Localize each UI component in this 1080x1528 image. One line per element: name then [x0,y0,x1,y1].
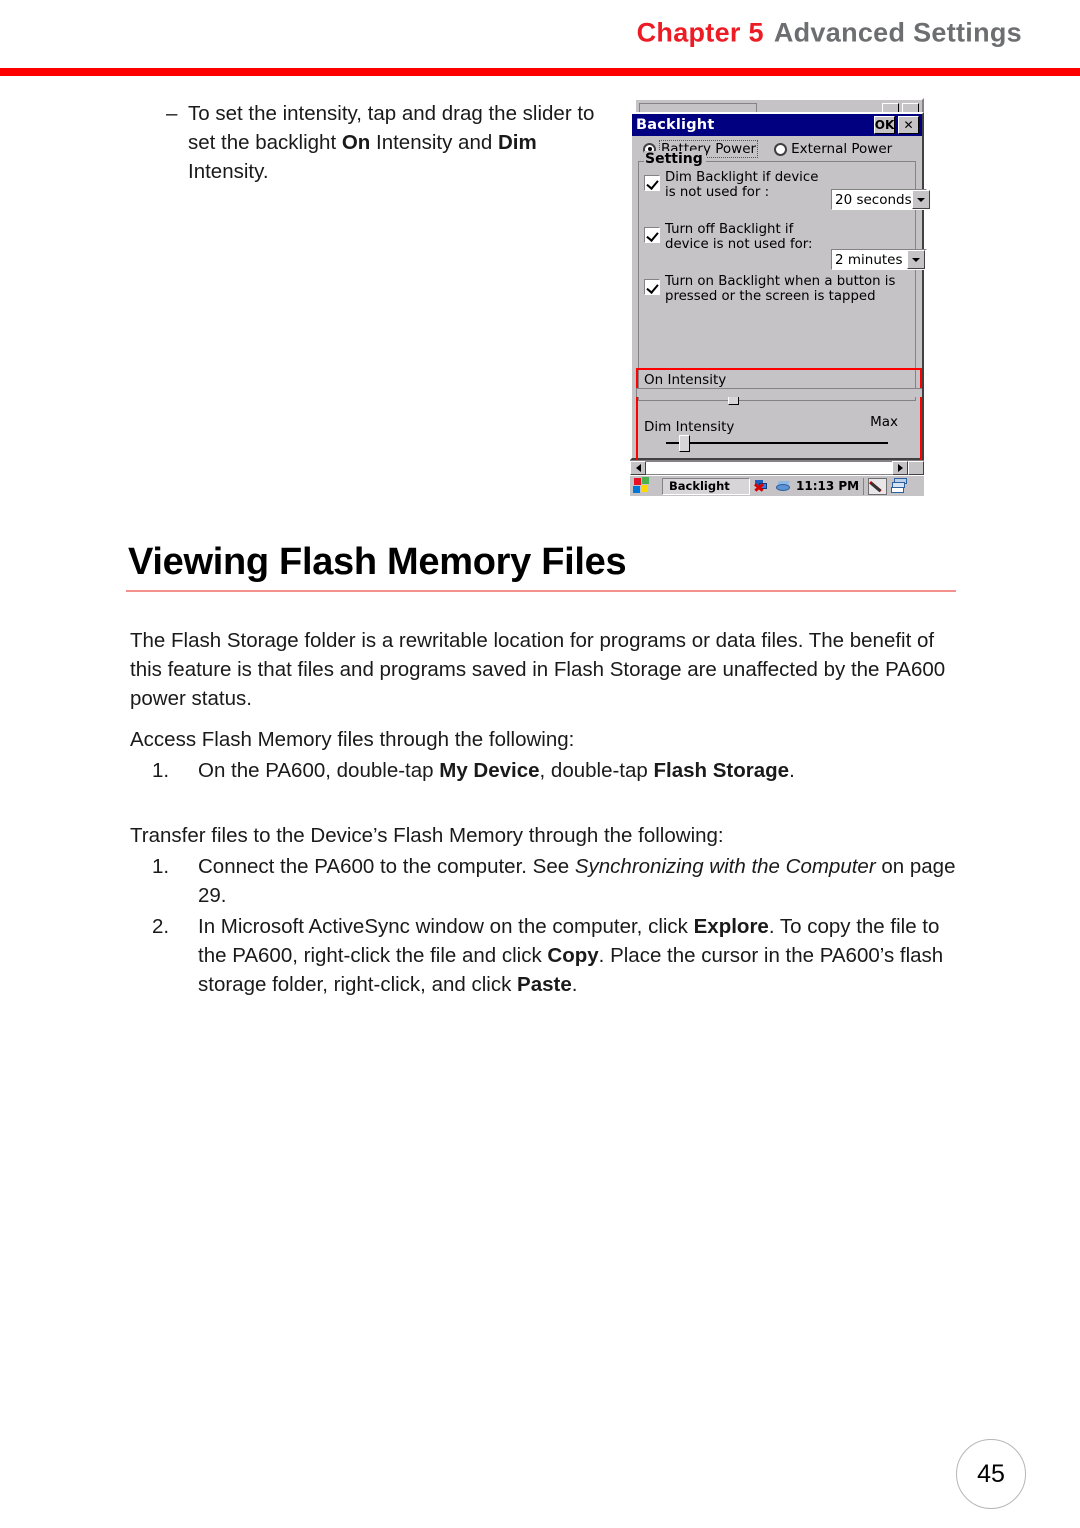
tray-separator [863,477,865,495]
header-rule [0,68,1080,76]
list-item-bold-paste: Paste [517,973,572,996]
dim-backlight-checkbox[interactable] [644,175,660,191]
turn-off-backlight-timeout-combo[interactable]: 2 minutes [831,249,927,270]
turn-off-backlight-line1: Turn off Backlight if [665,222,794,237]
stylus-input-panel-icon[interactable] [868,477,888,495]
ok-button[interactable]: OK [874,116,895,134]
dim-backlight-line2: is not used for : [665,185,770,200]
turn-off-backlight-checkbox[interactable] [644,227,660,243]
scroll-strip[interactable] [630,460,924,475]
dim-intensity-thumb[interactable] [679,435,691,452]
turn-off-backlight-line2: device is not used for: [665,237,813,252]
list-item: 2. In Microsoft ActiveSync window on the … [130,912,960,999]
desktop-windows-icon[interactable] [891,478,909,494]
radio-external-power-label[interactable]: External Power [791,141,892,157]
list-item-number: 2. [152,915,170,938]
chevron-down-icon[interactable] [907,250,925,269]
intensity-highlight-box: On Intensity Dim Intensity Max [636,368,922,466]
taskbar-clock[interactable]: 11:13 PM [796,479,859,493]
page-number-badge: 45 [956,1439,1026,1509]
list-item-bold-flash-storage: Flash Storage [653,759,790,782]
list-item: 1. Connect the PA600 to the computer. See… [130,852,960,910]
setting-group-legend: Setting [644,151,706,167]
intro-bullet: – To set the intensity, tap and drag the … [166,99,620,186]
group-rule [701,161,915,162]
device-screenshot: Backlight OK ✕ Battery Power External Po… [630,98,930,496]
list-item-text-1: Connect the PA600 to the computer. See [198,855,575,878]
turn-on-backlight-label: Turn on Backlight when a button is press… [665,274,895,304]
list-item-bold-my-device: My Device [439,759,540,782]
dim-backlight-timeout-combo[interactable]: 20 seconds [831,189,930,210]
max-label: Max [870,414,898,430]
dialog-body: Battery Power External Power Setting Dim… [632,136,930,466]
start-button-icon[interactable] [632,477,658,495]
taskbar: Backlight 11:13 PM [630,475,924,496]
intro-text-3: Intensity. [188,160,269,183]
chapter-heading: Chapter 5 Advanced Settings [637,18,1022,49]
paragraph-flash-storage-intro: The Flash Storage folder is a rewritable… [130,629,946,710]
taskbar-item-backlight[interactable]: Backlight [662,477,750,495]
activesync-icon[interactable] [775,479,792,494]
turn-on-backlight-line1: Turn on Backlight when a button is [665,274,896,289]
list-item-text-3: . [789,759,795,782]
paragraph-transfer-intro: Transfer files to the Device’s Flash Mem… [130,824,724,847]
scroll-end-button[interactable] [908,461,924,475]
turn-on-backlight-line2: pressed or the screen is tapped [665,289,876,304]
dialog-title: Backlight [636,117,715,133]
dialog-titlebar: Backlight OK ✕ [632,114,922,136]
page-header: Chapter 5 Advanced Settings [0,0,1080,76]
dim-backlight-label: Dim Backlight if device is not used for … [665,170,818,200]
transfer-steps-list: 1. Connect the PA600 to the computer. See… [130,852,960,999]
intro-text-2: Intensity and [370,131,498,154]
access-steps-list: 1. On the PA600, double-tap My Device, do… [130,756,960,785]
chevron-down-icon[interactable] [911,190,930,209]
list-item-bold-copy: Copy [547,944,599,967]
list-item-text-1: On the PA600, double-tap [198,759,440,782]
list-item-number: 1. [152,855,170,878]
scroll-trough[interactable] [646,461,892,475]
list-item-bold-explore: Explore [693,915,769,938]
body-content: The Flash Storage folder is a rewritable… [130,626,960,999]
dim-backlight-line1: Dim Backlight if device [665,170,819,185]
radio-external-power[interactable] [774,142,788,156]
setting-group: Setting Dim Backlight if device is not u… [638,151,930,401]
dim-intensity-track [666,442,888,444]
scroll-left-icon[interactable] [630,461,646,475]
chapter-title: Advanced Settings [773,17,1022,48]
turn-off-backlight-timeout-value: 2 minutes [835,251,903,268]
page-title: Viewing Flash Memory Files [128,541,627,583]
network-disconnected-icon[interactable] [754,479,771,494]
intro-bold-dim: Dim [497,131,537,154]
intro-bold-on: On [341,131,371,154]
list-item-text-1: In Microsoft ActiveSync window on the co… [198,915,694,938]
chapter-label: Chapter 5 [636,17,764,48]
backlight-dialog: Backlight OK ✕ Battery Power External Po… [630,112,930,466]
list-item: 1. On the PA600, double-tap My Device, do… [130,756,960,785]
section-heading-rule [126,590,956,592]
list-item-number: 1. [152,759,170,782]
turn-off-backlight-label: Turn off Backlight if device is not used… [665,222,813,252]
bullet-dash: – [166,102,178,125]
dim-intensity-slider[interactable] [666,435,888,452]
dim-backlight-timeout-value: 20 seconds [835,191,912,208]
close-icon[interactable]: ✕ [898,116,919,134]
dialog-bottom-bar [636,388,922,397]
turn-on-backlight-checkbox[interactable] [644,279,660,295]
on-intensity-label: On Intensity [644,372,727,388]
paragraph-access-intro: Access Flash Memory files through the fo… [130,728,575,751]
list-item-text-4: . [571,973,578,996]
list-item-italic-reference: Synchronizing with the Computer [574,855,876,878]
list-item-text-2: , double-tap [539,759,654,782]
scroll-right-icon[interactable] [892,461,908,475]
